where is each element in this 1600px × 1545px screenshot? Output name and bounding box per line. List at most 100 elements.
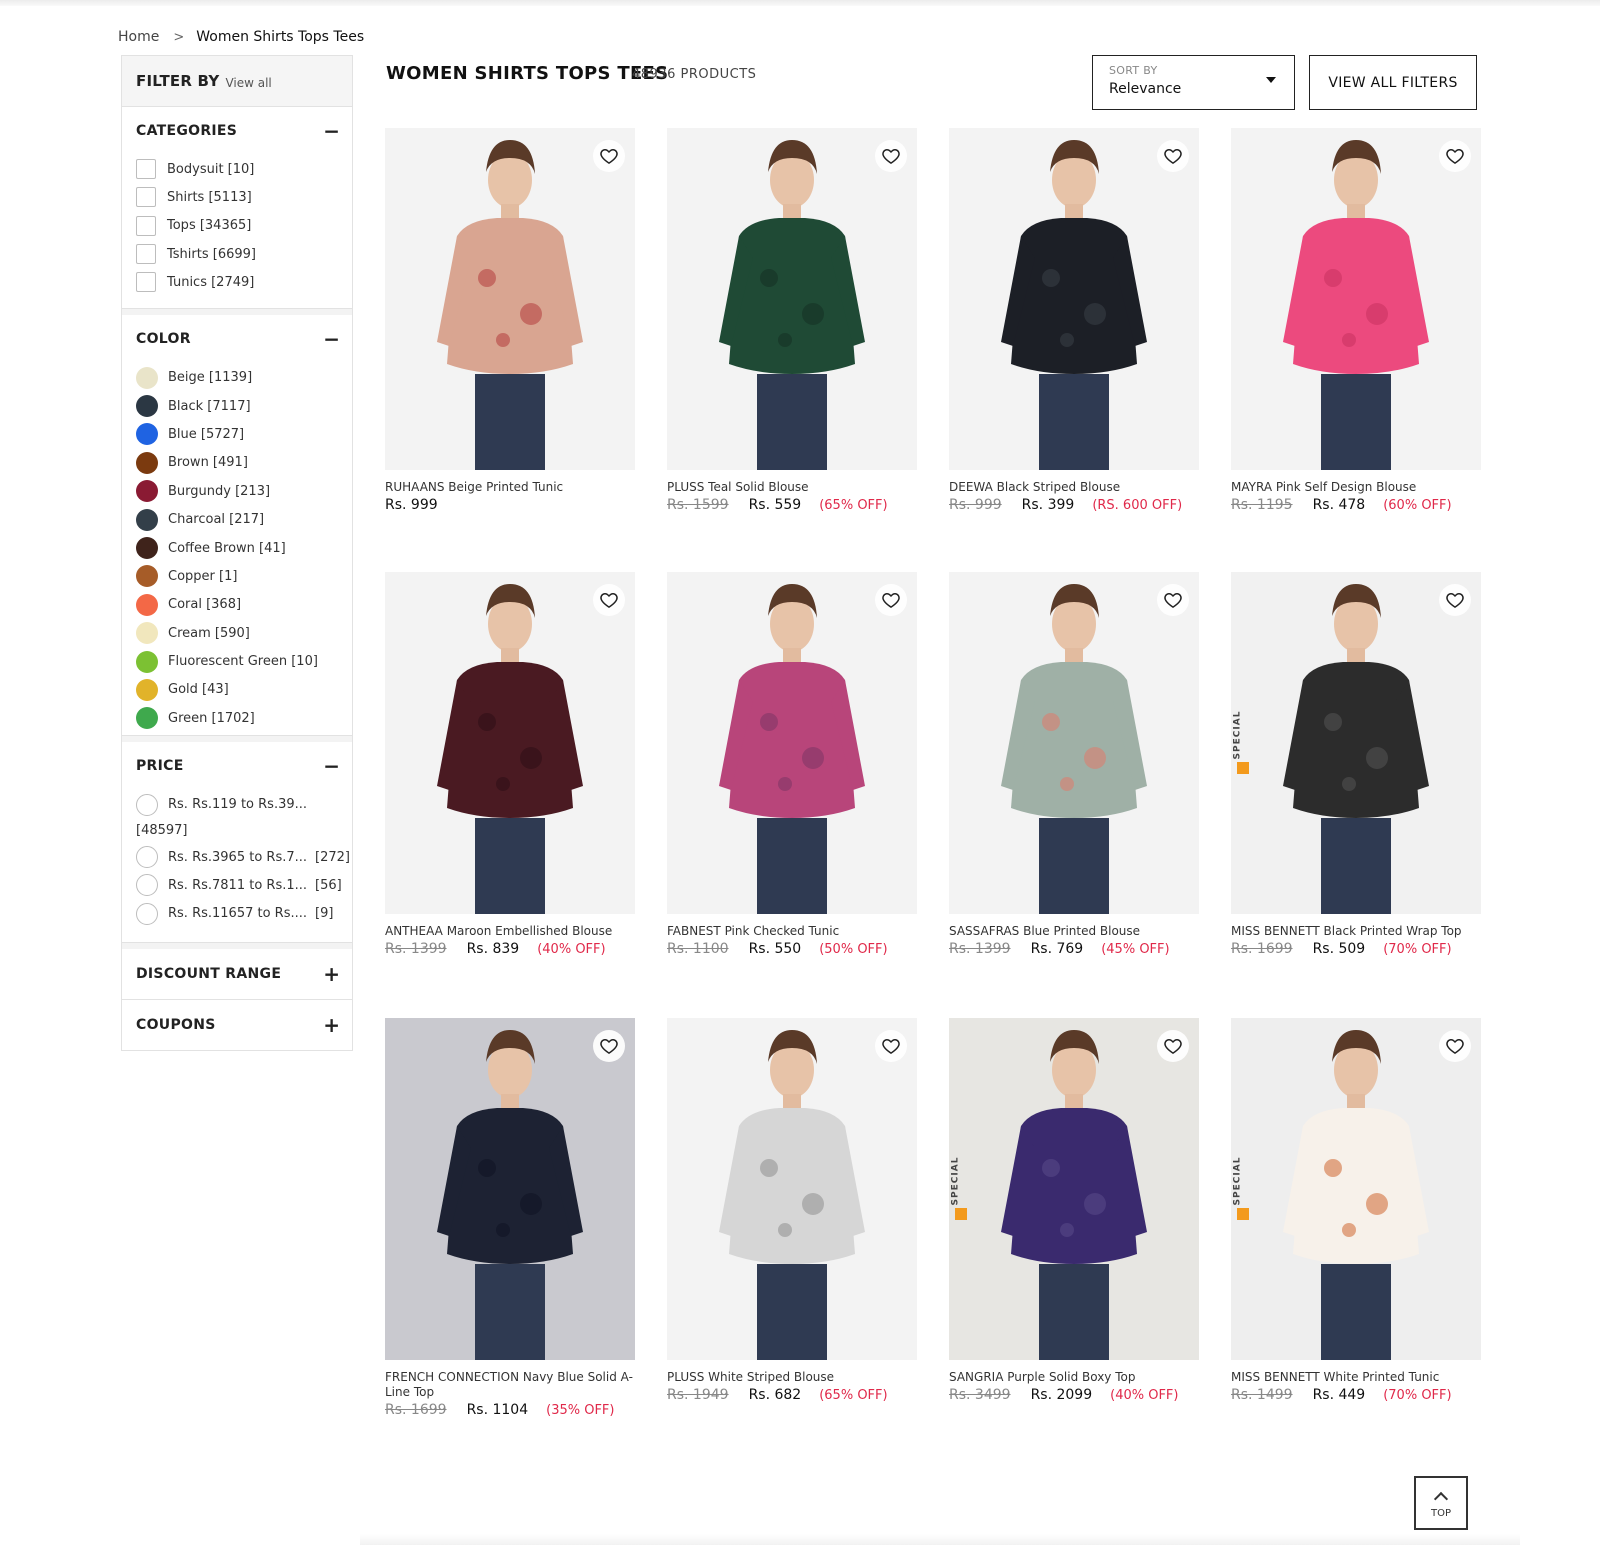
product-image[interactable] <box>667 1018 917 1360</box>
product-card[interactable]: MAYRA Pink Self Design Blouse Rs. 1195 Rs.… <box>1231 128 1481 513</box>
color-swatch[interactable] <box>136 451 158 474</box>
radio-button[interactable] <box>136 846 158 869</box>
product-name[interactable]: PLUSS Teal Solid Blouse <box>667 480 917 495</box>
price-header[interactable]: PRICE − <box>122 742 352 790</box>
price-option[interactable]: Rs. Rs.3965 to Rs.7... [272] <box>136 843 352 871</box>
color-header[interactable]: COLOR − <box>122 315 352 363</box>
color-swatch[interactable] <box>136 395 158 418</box>
product-card[interactable]: PLUSS White Striped Blouse Rs. 1949 Rs. 68… <box>667 1018 917 1403</box>
product-name[interactable]: ANTHEAA Maroon Embellished Blouse <box>385 924 635 939</box>
color-swatch[interactable] <box>136 678 158 701</box>
wishlist-heart-icon[interactable] <box>593 584 625 616</box>
price-option[interactable]: Rs. Rs.7811 to Rs.1... [56] <box>136 871 352 899</box>
color-swatch[interactable] <box>136 480 158 503</box>
product-image[interactable] <box>949 572 1199 914</box>
checkbox[interactable] <box>136 272 156 293</box>
radio-button[interactable] <box>136 793 158 816</box>
wishlist-heart-icon[interactable] <box>593 1030 625 1062</box>
product-name[interactable]: FRENCH CONNECTION Navy Blue Solid A-Line… <box>385 1370 635 1400</box>
product-image[interactable]: SPECIAL <box>1231 572 1481 914</box>
product-card[interactable]: SPECIAL MISS BENNETT Black Printed Wrap T… <box>1231 572 1481 957</box>
color-swatch[interactable] <box>136 423 158 446</box>
color-list[interactable]: Beige [1139] Black [7117] Blue [5727] Brown… <box>122 363 352 735</box>
product-card[interactable]: PLUSS Teal Solid Blouse Rs. 1599 Rs. 559 (6… <box>667 128 917 513</box>
color-option[interactable]: Coffee Brown [41] <box>136 534 352 562</box>
color-swatch[interactable] <box>136 508 158 531</box>
wishlist-heart-icon[interactable] <box>1157 584 1189 616</box>
product-image[interactable]: SPECIAL <box>949 1018 1199 1360</box>
product-image[interactable] <box>949 128 1199 470</box>
product-image[interactable] <box>385 128 635 470</box>
color-swatch[interactable] <box>136 622 158 645</box>
product-card[interactable]: FABNEST Pink Checked Tunic Rs. 1100 Rs. 55… <box>667 572 917 957</box>
discount-range-header[interactable]: DISCOUNT RANGE + <box>122 949 352 999</box>
product-name[interactable]: FABNEST Pink Checked Tunic <box>667 924 917 939</box>
radio-button[interactable] <box>136 874 158 897</box>
checkbox[interactable] <box>136 244 156 265</box>
color-option[interactable]: Burgundy [213] <box>136 477 352 505</box>
color-swatch[interactable] <box>136 650 158 673</box>
product-image[interactable] <box>385 1018 635 1360</box>
product-name[interactable]: RUHAANS Beige Printed Tunic <box>385 480 635 495</box>
expand-icon[interactable]: + <box>323 964 340 984</box>
product-card[interactable]: SPECIAL SANGRIA Purple Solid Boxy Top Rs. … <box>949 1018 1199 1403</box>
color-option[interactable]: Fluorescent Green [10] <box>136 647 352 675</box>
product-card[interactable]: SPECIAL MISS BENNETT White Printed Tunic R… <box>1231 1018 1481 1403</box>
checkbox[interactable] <box>136 159 156 180</box>
wishlist-heart-icon[interactable] <box>875 140 907 172</box>
color-option[interactable]: Cream [590] <box>136 619 352 647</box>
category-option[interactable]: Tops [34365] <box>136 212 352 240</box>
color-swatch[interactable] <box>136 593 158 616</box>
product-name[interactable]: MISS BENNETT Black Printed Wrap Top <box>1231 924 1481 939</box>
color-option[interactable]: Green [1702] <box>136 704 352 732</box>
view-all-link[interactable]: View all <box>225 76 271 90</box>
product-card[interactable]: ANTHEAA Maroon Embellished Blouse Rs. 139… <box>385 572 635 957</box>
wishlist-heart-icon[interactable] <box>1157 1030 1189 1062</box>
color-option[interactable]: Gold [43] <box>136 676 352 704</box>
product-card[interactable]: SASSAFRAS Blue Printed Blouse Rs. 1399 Rs.… <box>949 572 1199 957</box>
product-name[interactable]: MISS BENNETT White Printed Tunic <box>1231 1370 1481 1385</box>
price-option[interactable]: Rs. Rs.119 to Rs.39... <box>136 790 352 818</box>
categories-header[interactable]: CATEGORIES − <box>122 107 352 155</box>
product-name[interactable]: SASSAFRAS Blue Printed Blouse <box>949 924 1199 939</box>
product-name[interactable]: SANGRIA Purple Solid Boxy Top <box>949 1370 1199 1385</box>
sort-dropdown[interactable]: SORT BY Relevance <box>1092 55 1295 110</box>
color-option[interactable]: Charcoal [217] <box>136 505 352 533</box>
wishlist-heart-icon[interactable] <box>1157 140 1189 172</box>
breadcrumb-home-link[interactable]: Home <box>118 29 159 45</box>
product-name[interactable]: PLUSS White Striped Blouse <box>667 1370 917 1385</box>
collapse-icon[interactable]: − <box>323 121 340 141</box>
back-to-top-button[interactable]: TOP <box>1414 1476 1468 1530</box>
expand-icon[interactable]: + <box>323 1015 340 1035</box>
checkbox[interactable] <box>136 187 156 208</box>
product-card[interactable]: FRENCH CONNECTION Navy Blue Solid A-Line… <box>385 1018 635 1418</box>
category-option[interactable]: Tunics [2749] <box>136 268 352 296</box>
product-image[interactable] <box>1231 128 1481 470</box>
wishlist-heart-icon[interactable] <box>875 584 907 616</box>
collapse-icon[interactable]: − <box>323 329 340 349</box>
color-option-partial[interactable] <box>136 733 352 736</box>
product-card[interactable]: DEEWA Black Striped Blouse Rs. 999 Rs. 399… <box>949 128 1199 513</box>
color-option[interactable]: Black [7117] <box>136 392 352 420</box>
product-name[interactable]: DEEWA Black Striped Blouse <box>949 480 1199 495</box>
product-card[interactable]: RUHAANS Beige Printed Tunic Rs. 999 <box>385 128 635 513</box>
color-option[interactable]: Beige [1139] <box>136 363 352 391</box>
collapse-icon[interactable]: − <box>323 756 340 776</box>
coupons-header[interactable]: COUPONS + <box>122 1000 352 1050</box>
product-image[interactable] <box>667 572 917 914</box>
price-option[interactable]: Rs. Rs.11657 to Rs.... [9] <box>136 900 352 928</box>
category-option[interactable]: Bodysuit [10] <box>136 155 352 183</box>
product-name[interactable]: MAYRA Pink Self Design Blouse <box>1231 480 1481 495</box>
color-swatch[interactable] <box>136 707 158 730</box>
wishlist-heart-icon[interactable] <box>875 1030 907 1062</box>
color-option[interactable]: Copper [1] <box>136 562 352 590</box>
color-option[interactable]: Coral [368] <box>136 591 352 619</box>
view-all-filters-button[interactable]: VIEW ALL FILTERS <box>1309 55 1477 110</box>
color-swatch[interactable] <box>136 565 158 588</box>
category-option[interactable]: Shirts [5113] <box>136 183 352 211</box>
color-option[interactable]: Blue [5727] <box>136 420 352 448</box>
wishlist-heart-icon[interactable] <box>593 140 625 172</box>
category-option[interactable]: Tshirts [6699] <box>136 240 352 268</box>
product-image[interactable] <box>667 128 917 470</box>
product-image[interactable]: SPECIAL <box>1231 1018 1481 1360</box>
